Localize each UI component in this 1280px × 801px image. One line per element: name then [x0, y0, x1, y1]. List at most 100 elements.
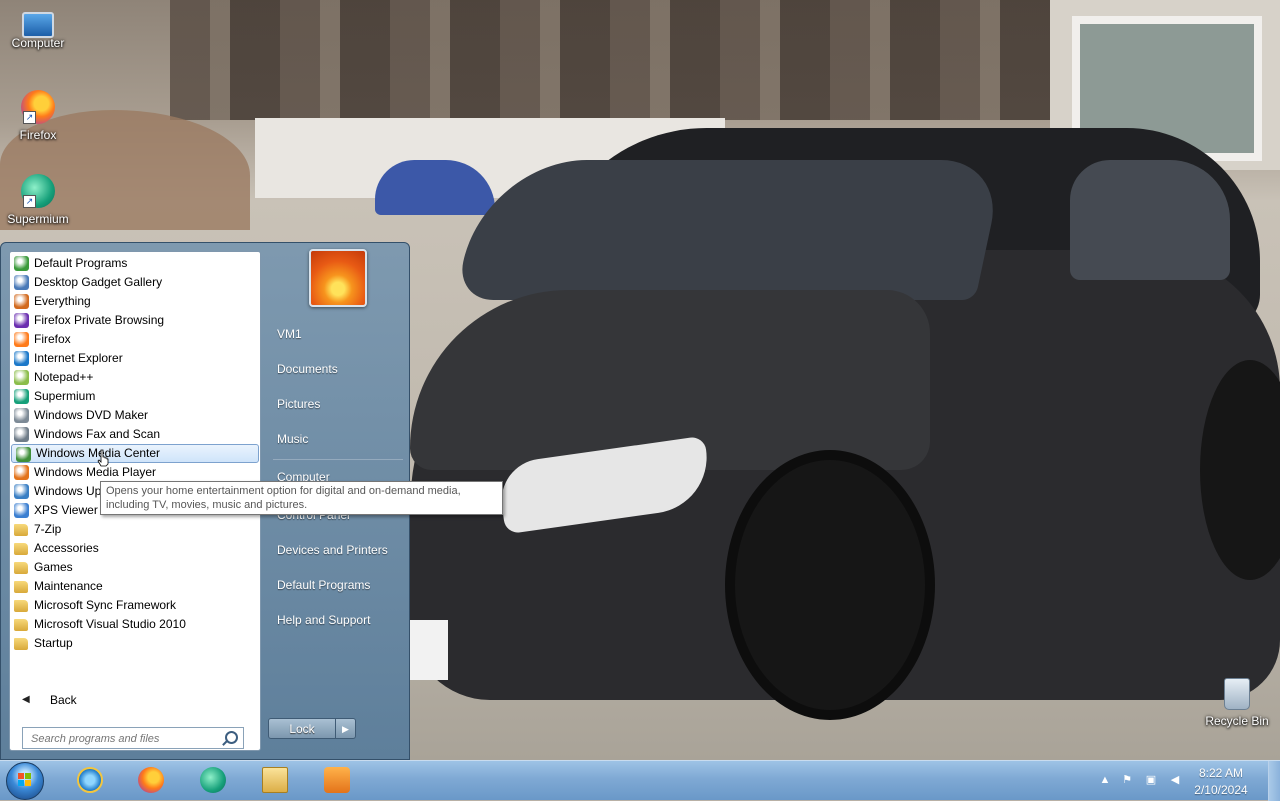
- program-item[interactable]: Windows Media Center: [11, 444, 259, 463]
- show-hidden-icons-icon[interactable]: ▲: [1098, 773, 1112, 787]
- folder-icon: [14, 619, 28, 631]
- back-button[interactable]: ◀ Back: [10, 689, 260, 711]
- media-player-icon: [324, 767, 350, 793]
- start-link-help-support[interactable]: Help and Support: [277, 613, 370, 627]
- clock-date[interactable]: 2/10/2024: [1186, 783, 1256, 797]
- program-item[interactable]: Windows DVD Maker: [10, 406, 260, 425]
- start-link-default-programs[interactable]: Default Programs: [277, 578, 370, 592]
- taskbar: ▲ ⚑ ▣ ◀ 8:22 AM 2/10/2024: [0, 760, 1280, 801]
- program-label: XPS Viewer: [34, 503, 98, 517]
- program-label: Accessories: [34, 541, 99, 555]
- program-label: Microsoft Sync Framework: [34, 598, 177, 612]
- program-label: Microsoft Visual Studio 2010: [34, 617, 186, 631]
- program-item[interactable]: Microsoft Visual Studio 2010: [10, 615, 260, 634]
- program-item[interactable]: Everything: [10, 292, 260, 311]
- start-link-documents[interactable]: Documents: [277, 362, 338, 376]
- program-item[interactable]: Startup: [10, 634, 260, 653]
- everything-search-icon: [14, 294, 29, 309]
- supermium-icon: [14, 389, 29, 404]
- dvd-maker-icon: [14, 408, 29, 423]
- desktop-icon-label: Recycle Bin: [1205, 714, 1269, 728]
- start-link-pictures[interactable]: Pictures: [277, 397, 320, 411]
- program-item[interactable]: Firefox Private Browsing: [10, 311, 260, 330]
- desktop-icon-recycle-bin[interactable]: Recycle Bin: [1199, 678, 1275, 728]
- folder-icon: [14, 600, 28, 612]
- program-item[interactable]: Windows Media Player: [10, 463, 260, 482]
- program-label: Windows DVD Maker: [34, 408, 149, 422]
- network-icon[interactable]: ▣: [1144, 773, 1158, 787]
- start-search-box[interactable]: [22, 727, 244, 749]
- desktop-icon-label: Firefox: [19, 128, 57, 142]
- firefox-icon: [138, 767, 164, 793]
- program-label: Firefox: [34, 332, 71, 346]
- action-center-flag-icon[interactable]: ⚑: [1120, 773, 1134, 787]
- firefox-icon: ↗: [21, 90, 55, 124]
- folder-icon: [14, 524, 28, 536]
- program-label: Firefox Private Browsing: [34, 313, 165, 327]
- system-tray: ▲ ⚑ ▣ ◀ 8:22 AM 2/10/2024: [1090, 761, 1280, 801]
- clock-time[interactable]: 8:22 AM: [1186, 766, 1256, 780]
- program-label: Everything: [34, 294, 91, 308]
- fax-scan-icon: [14, 427, 29, 442]
- lock-button[interactable]: Lock: [268, 718, 336, 739]
- shutdown-options-arrow[interactable]: ▶: [336, 718, 356, 739]
- internet-explorer-icon: [14, 351, 29, 366]
- media-center-icon: [16, 447, 31, 462]
- desktop-icon-label: Computer: [11, 36, 65, 50]
- program-label: Windows Fax and Scan: [34, 427, 161, 441]
- gadget-gallery-icon: [14, 275, 29, 290]
- taskbar-windows-explorer[interactable]: [249, 763, 299, 799]
- tooltip: Opens your home entertainment option for…: [100, 481, 503, 515]
- program-label: Maintenance: [34, 579, 103, 593]
- program-item[interactable]: Windows Fax and Scan: [10, 425, 260, 444]
- chevron-right-icon: ▶: [342, 724, 349, 734]
- program-item[interactable]: Supermium: [10, 387, 260, 406]
- windows-update-icon: [14, 484, 29, 499]
- taskbar-supermium[interactable]: [187, 763, 237, 799]
- desktop-icon-supermium[interactable]: ↗ Supermium: [0, 174, 76, 226]
- start-link-devices-printers[interactable]: Devices and Printers: [277, 543, 388, 557]
- program-item[interactable]: Accessories: [10, 539, 260, 558]
- folder-icon: [14, 581, 28, 593]
- windows-logo-icon: [18, 773, 32, 787]
- program-label: Supermium: [34, 389, 96, 403]
- default-programs-icon: [14, 256, 29, 271]
- windows-explorer-icon: [262, 767, 288, 793]
- program-item[interactable]: 7-Zip: [10, 520, 260, 539]
- start-link-vm1[interactable]: VM1: [277, 327, 302, 341]
- program-item[interactable]: Default Programs: [10, 254, 260, 273]
- desktop-icon-firefox[interactable]: ↗ Firefox: [0, 90, 76, 142]
- desktop-icon-label: Supermium: [7, 212, 69, 226]
- program-label: Games: [34, 560, 73, 574]
- taskbar-internet-explorer[interactable]: [64, 763, 114, 799]
- program-item[interactable]: Firefox: [10, 330, 260, 349]
- program-label: Default Programs: [34, 256, 128, 270]
- program-item[interactable]: Notepad++: [10, 368, 260, 387]
- start-link-music[interactable]: Music: [277, 432, 308, 446]
- program-item[interactable]: Games: [10, 558, 260, 577]
- all-programs-list: Default Programs Desktop Gadget Gallery Ev…: [10, 254, 260, 653]
- program-item[interactable]: Maintenance: [10, 577, 260, 596]
- program-item[interactable]: Desktop Gadget Gallery: [10, 273, 260, 292]
- program-item[interactable]: Microsoft Sync Framework: [10, 596, 260, 615]
- search-input[interactable]: [29, 729, 223, 749]
- program-label: 7-Zip: [34, 522, 62, 536]
- show-desktop-button[interactable]: [1268, 761, 1280, 801]
- program-label: Internet Explorer: [34, 351, 123, 365]
- taskbar-firefox[interactable]: [125, 763, 175, 799]
- xps-viewer-icon: [14, 503, 29, 518]
- user-account-picture[interactable]: [309, 249, 367, 307]
- supermium-icon: ↗: [21, 174, 55, 208]
- taskbar-media-player[interactable]: [311, 763, 361, 799]
- desktop-icon-computer[interactable]: Computer: [0, 6, 76, 50]
- folder-icon: [14, 562, 28, 574]
- search-icon[interactable]: [225, 731, 238, 744]
- folder-icon: [14, 638, 28, 650]
- volume-muted-icon[interactable]: ◀: [1168, 773, 1182, 787]
- separator: [273, 459, 403, 460]
- start-button[interactable]: [6, 762, 44, 800]
- notepad-plus-plus-icon: [14, 370, 29, 385]
- back-label: Back: [50, 693, 77, 707]
- program-item[interactable]: Internet Explorer: [10, 349, 260, 368]
- program-label: Startup: [34, 636, 73, 650]
